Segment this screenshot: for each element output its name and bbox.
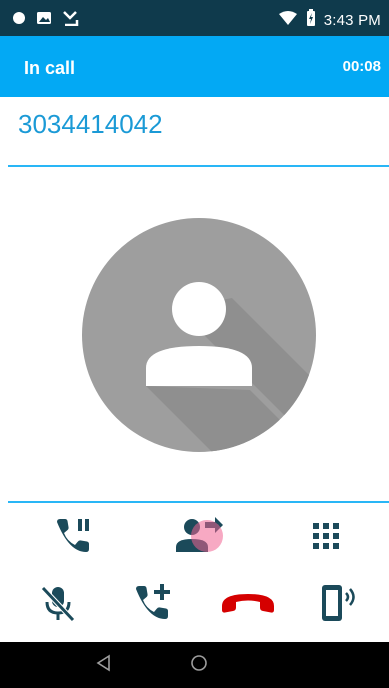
top-divider [8,165,389,167]
missed-call-icon [62,10,80,31]
status-right-icons: 3:43 PM [278,9,381,32]
caller-info: 3034414042 [0,97,389,167]
mute-button[interactable] [36,583,80,627]
add-call-icon [132,583,172,628]
status-time: 3:43 PM [323,12,381,29]
status-bar: 3:43 PM [0,0,389,36]
hold-call-icon [53,516,93,561]
dialpad-button[interactable] [304,516,348,560]
dialpad-icon [312,522,340,555]
hold-call-button[interactable] [51,516,95,560]
home-circle-icon [190,654,208,677]
notification-dot-icon [12,11,26,30]
speaker-phone-icon [316,581,360,630]
add-call-button[interactable] [130,583,174,627]
image-icon [36,10,52,31]
page-title: In call [24,58,76,78]
status-left-icons [12,10,80,31]
call-controls-row-1 [0,516,389,564]
mute-mic-icon [38,583,78,628]
battery-charging-icon [306,9,316,32]
call-controls-row-2 [0,583,389,631]
back-triangle-icon [95,654,111,677]
end-call-button[interactable] [220,583,276,627]
nav-home-button[interactable] [184,652,214,678]
caller-avatar [82,218,316,452]
end-call-icon [220,590,276,621]
app-bar: In call 00:08 [0,36,389,97]
call-timer: 00:08 [342,58,381,75]
system-nav-bar [0,642,389,688]
bottom-divider [8,501,389,503]
transfer-call-icon [173,514,225,563]
nav-back-button[interactable] [88,652,118,678]
caller-number: 3034414042 [18,109,163,139]
speaker-button[interactable] [316,583,360,627]
wifi-icon [278,10,298,31]
transfer-call-button[interactable] [173,516,225,560]
